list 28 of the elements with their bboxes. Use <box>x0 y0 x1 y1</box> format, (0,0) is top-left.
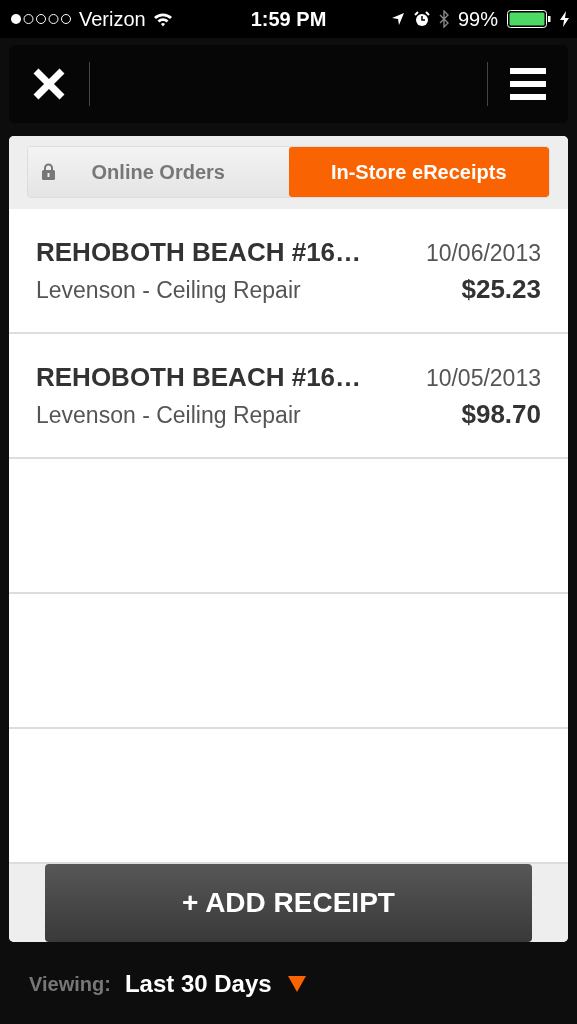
lock-icon <box>42 163 55 181</box>
alarm-clock-icon <box>413 11 430 27</box>
date-range-dropdown[interactable]: Last 30 Days <box>124 970 306 998</box>
clock-time: 1:59 PM <box>250 7 327 31</box>
receipt-date: 10/05/2013 <box>425 364 541 392</box>
wifi-icon <box>152 11 173 27</box>
battery-icon <box>507 10 551 28</box>
receipt-amount: $98.70 <box>461 398 541 430</box>
location-arrow-icon <box>390 12 405 26</box>
add-receipt-button[interactable]: + ADD RECEIPT <box>45 864 532 942</box>
receipt-row[interactable]: REHOBOTH BEACH #16… 10/05/2013 Levenson - Ceiling Repair $98.70 <box>9 333 568 459</box>
viewing-label: Viewing: <box>29 972 111 996</box>
store-name: REHOBOTH BEACH #16… <box>36 361 362 393</box>
signal-icon <box>10 13 72 25</box>
store-name: REHOBOTH BEACH #16… <box>36 236 362 268</box>
battery-percentage: 99% <box>457 7 498 31</box>
menu-icon <box>510 68 546 100</box>
carrier-name: Verizon <box>79 7 146 31</box>
bluetooth-icon <box>438 10 449 28</box>
receipt-description: Levenson - Ceiling Repair <box>36 401 301 429</box>
charging-bolt-icon <box>560 11 569 27</box>
receipt-date: 10/06/2013 <box>425 239 541 267</box>
receipt-row[interactable]: REHOBOTH BEACH #16… 10/06/2013 Levenson - Ceiling Repair $25.23 <box>9 208 568 334</box>
tab[interactable]: Online Orders <box>28 147 289 198</box>
receipt-amount: $25.23 <box>461 273 541 305</box>
close-icon <box>32 67 66 101</box>
receipt-description: Levenson - Ceiling Repair <box>36 276 301 304</box>
dropdown-triangle-icon <box>287 976 306 992</box>
